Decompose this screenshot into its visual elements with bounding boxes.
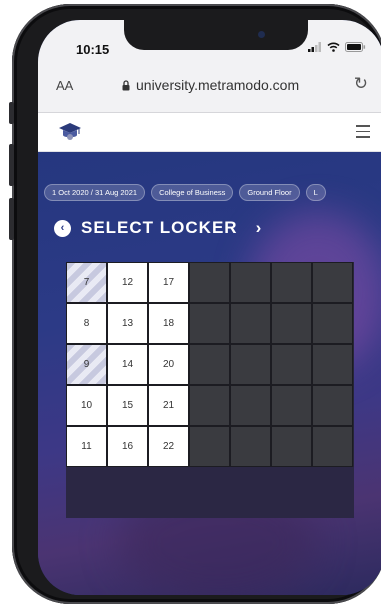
locker-cell[interactable]: 11 [66, 426, 107, 467]
notch [124, 20, 308, 50]
chip-college[interactable]: College of Business [151, 184, 234, 201]
url-text: university.metramodo.com [136, 77, 300, 93]
locker-cell-unavailable [312, 303, 353, 344]
locker-cell-unavailable [230, 426, 271, 467]
locker-cell-unavailable [189, 262, 230, 303]
phone-frame: 10:15 AA university.metramodo.com ↻ 1 Oc… [9, 4, 381, 604]
locker-cell-unavailable [312, 262, 353, 303]
locker-cell[interactable]: 18 [148, 303, 189, 344]
lock-icon [122, 79, 130, 90]
volume-down-button [9, 198, 14, 240]
status-time: 10:15 [76, 42, 110, 57]
locker-cell-unavailable [230, 344, 271, 385]
app-header [38, 113, 381, 152]
status-icons [308, 42, 366, 52]
locker-cell-unavailable [271, 303, 312, 344]
locker-cell[interactable]: 21 [148, 385, 189, 426]
locker-cell[interactable]: 16 [107, 426, 148, 467]
locker-cell-unavailable [189, 303, 230, 344]
battery-icon [345, 42, 366, 52]
chip-date-range[interactable]: 1 Oct 2020 / 31 Aug 2021 [44, 184, 146, 201]
browser-address-bar: AA university.metramodo.com ↻ [38, 60, 381, 113]
text-size-button[interactable]: AA [56, 78, 73, 93]
volume-up-button [9, 144, 14, 186]
graduation-cap-logo[interactable] [58, 121, 82, 143]
locker-grid-footer [66, 467, 354, 518]
locker-cell[interactable]: 17 [148, 262, 189, 303]
locker-cell-unavailable [189, 385, 230, 426]
chip-floor[interactable]: Ground Floor [239, 184, 300, 201]
locker-cell-unavailable [230, 303, 271, 344]
reload-icon[interactable]: ↻ [354, 74, 368, 94]
locker-cell[interactable]: 8 [66, 303, 107, 344]
locker-cell-unavailable [271, 385, 312, 426]
back-button[interactable]: ‹ [54, 219, 71, 237]
locker-cell[interactable]: 15 [107, 385, 148, 426]
locker-cell-unavailable [189, 426, 230, 467]
url-field[interactable]: university.metramodo.com [122, 77, 299, 93]
locker-cell[interactable]: 7 [66, 262, 107, 303]
locker-cell[interactable]: 9 [66, 344, 107, 385]
chevron-right-icon[interactable]: › [256, 218, 262, 238]
signal-icon [308, 42, 321, 52]
title-row: ‹ SELECT LOCKER › [54, 218, 261, 238]
locker-cell-unavailable [230, 385, 271, 426]
hamburger-menu-icon[interactable] [356, 125, 370, 142]
locker-cell-unavailable [312, 344, 353, 385]
locker-cell-unavailable [189, 344, 230, 385]
camera-icon [258, 31, 265, 38]
chevron-left-icon: ‹ [60, 222, 65, 234]
mute-switch [9, 102, 14, 124]
locker-cell-unavailable [312, 385, 353, 426]
locker-cell[interactable]: 10 [66, 385, 107, 426]
filter-chips: 1 Oct 2020 / 31 Aug 2021 College of Busi… [44, 184, 326, 201]
locker-grid: 7 12 17 8 13 18 9 14 20 10 15 21 11 16 22 [66, 262, 353, 467]
locker-cell-unavailable [230, 262, 271, 303]
locker-grid-panel: 7 12 17 8 13 18 9 14 20 10 15 21 11 16 22 [66, 262, 354, 518]
locker-cell[interactable]: 13 [107, 303, 148, 344]
locker-cell-unavailable [312, 426, 353, 467]
locker-cell[interactable]: 20 [148, 344, 189, 385]
wifi-icon [327, 42, 340, 52]
locker-cell[interactable]: 22 [148, 426, 189, 467]
locker-cell-unavailable [271, 262, 312, 303]
chip-more[interactable]: L [305, 184, 326, 201]
locker-cell-unavailable [271, 426, 312, 467]
locker-selection-view: 1 Oct 2020 / 31 Aug 2021 College of Busi… [38, 152, 381, 595]
page-title: SELECT LOCKER [81, 218, 238, 237]
locker-cell[interactable]: 12 [107, 262, 148, 303]
locker-cell-unavailable [271, 344, 312, 385]
phone-screen: 10:15 AA university.metramodo.com ↻ 1 Oc… [38, 20, 381, 595]
locker-cell[interactable]: 14 [107, 344, 148, 385]
